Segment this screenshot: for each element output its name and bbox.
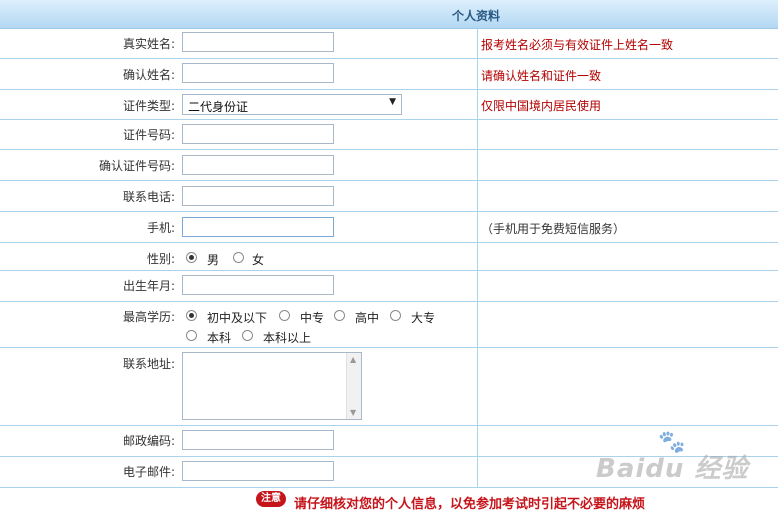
- watermark-text: Baidu 经验: [596, 454, 749, 484]
- education-option-radio[interactable]: [279, 310, 290, 321]
- gender-male-label: 男: [207, 253, 220, 267]
- confirm-id-number-input[interactable]: [182, 155, 334, 175]
- address-textarea[interactable]: ▲ ▼: [182, 352, 362, 420]
- label-confirm-id-number: 确认证件号码:: [98, 159, 175, 173]
- form-row-confirm-name: [0, 59, 778, 90]
- label-birth: 出生年月:: [122, 279, 175, 293]
- id-type-select[interactable]: 二代身份证 ▼: [182, 94, 402, 115]
- education-option-label: 中专: [300, 311, 325, 325]
- mobile-input[interactable]: [182, 217, 334, 237]
- birth-input[interactable]: [182, 275, 334, 295]
- hint-confirm-name: 请确认姓名和证件一致: [481, 69, 602, 83]
- label-real-name: 真实姓名:: [122, 37, 175, 51]
- education-option-label: 高中: [355, 311, 380, 325]
- hint-mobile: （手机用于免费短信服务）: [481, 222, 626, 236]
- form-row-gender: [0, 243, 778, 271]
- education-option-radio[interactable]: [390, 310, 401, 321]
- label-mobile: 手机:: [146, 221, 175, 235]
- email-input[interactable]: [182, 461, 334, 481]
- hint-real-name: 报考姓名必须与有效证件上姓名一致: [481, 38, 674, 52]
- notice-badge: 注意: [256, 491, 286, 507]
- label-gender: 性别:: [146, 252, 175, 266]
- label-confirm-name: 确认姓名:: [122, 68, 175, 82]
- confirm-name-input[interactable]: [182, 63, 334, 83]
- scroll-down-icon[interactable]: ▼: [350, 408, 356, 417]
- id-number-input[interactable]: [182, 124, 334, 144]
- baidu-watermark: 🐾 Baidu 经验: [596, 430, 766, 490]
- form-row-birth: [0, 271, 778, 302]
- notice-text: 请仔细核对您的个人信息，以免参加考试时引起不必要的麻烦: [294, 497, 646, 512]
- form-row-address: [0, 348, 778, 426]
- address-scrollbar[interactable]: ▲ ▼: [346, 353, 361, 419]
- id-type-selected-value: 二代身份证: [188, 100, 249, 114]
- gender-female-radio[interactable]: [233, 252, 244, 263]
- education-option-radio[interactable]: [186, 310, 197, 321]
- label-postcode: 邮政编码:: [122, 434, 175, 448]
- postcode-input[interactable]: [182, 430, 334, 450]
- form-row-mobile: [0, 212, 778, 243]
- education-option-label: 本科: [207, 331, 232, 345]
- education-option-label: 本科以上: [263, 331, 312, 345]
- label-email: 电子邮件:: [122, 465, 175, 479]
- form-row-id-number: [0, 120, 778, 150]
- form-row-phone: [0, 181, 778, 212]
- column-divider: [477, 28, 478, 488]
- label-education: 最高学历:: [122, 310, 175, 324]
- education-option-label: 大专: [411, 311, 436, 325]
- education-option-label: 初中及以下: [207, 311, 268, 325]
- education-option-radio[interactable]: [242, 330, 253, 341]
- label-phone: 联系电话:: [122, 190, 175, 204]
- scroll-up-icon[interactable]: ▲: [350, 355, 356, 364]
- gender-male-radio[interactable]: [186, 252, 197, 263]
- section-title: 个人资料: [452, 9, 501, 23]
- education-option-radio[interactable]: [186, 330, 197, 341]
- education-option-radio[interactable]: [334, 310, 345, 321]
- phone-input[interactable]: [182, 186, 334, 206]
- label-id-type: 证件类型:: [122, 99, 175, 113]
- hint-id-type: 仅限中国境内居民使用: [481, 99, 602, 113]
- form-row-education: [0, 302, 778, 348]
- label-id-number: 证件号码:: [122, 128, 175, 142]
- chevron-down-icon: ▼: [389, 97, 396, 107]
- label-address: 联系地址:: [122, 357, 175, 371]
- real-name-input[interactable]: [182, 32, 334, 52]
- gender-female-label: 女: [252, 253, 265, 267]
- section-header: 个人资料: [0, 0, 778, 29]
